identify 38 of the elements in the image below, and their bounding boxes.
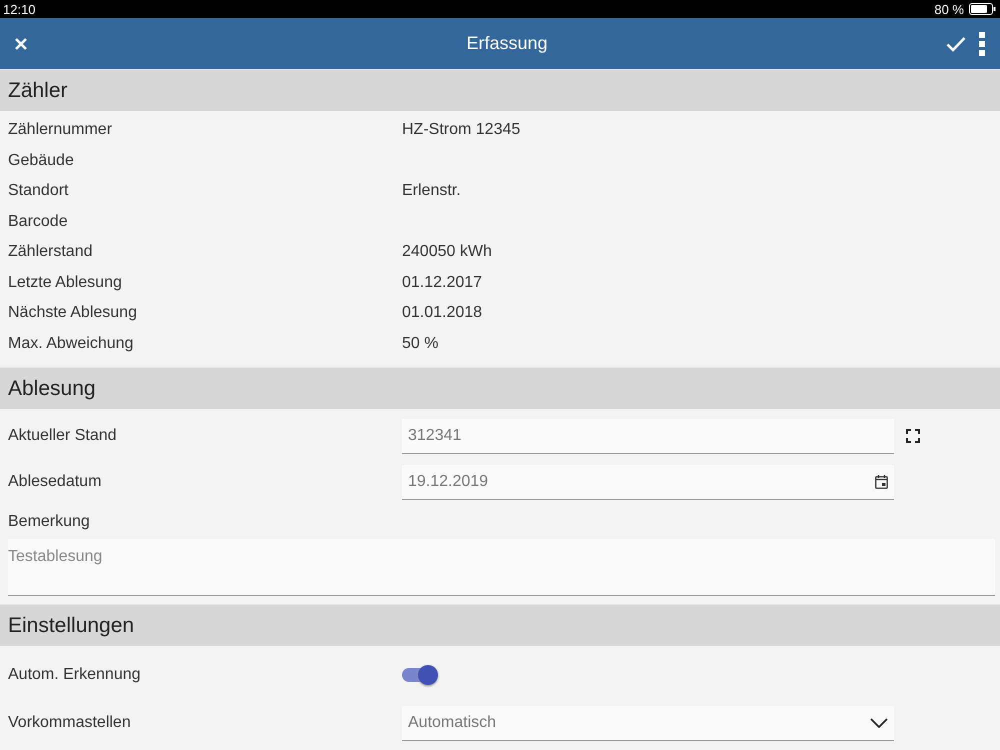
field-label: Vorkommastellen (8, 714, 132, 732)
field-label: Zählerstand (8, 243, 94, 262)
field-label: Bemerkung (8, 513, 91, 531)
field-label: Aktueller Stand (8, 427, 118, 445)
field-label: Autom. Erkennung (8, 666, 142, 684)
field-label: Letzte Ablesung (8, 274, 123, 292)
scan-frame-icon (906, 429, 920, 443)
scan-button[interactable] (906, 429, 920, 443)
section-header: Ablesung (0, 367, 1000, 409)
chevron-down-icon (870, 718, 888, 728)
battery-percent: 80 % (934, 2, 964, 16)
field-label: Nächste Ablesung (8, 304, 138, 322)
calendar-icon (875, 474, 888, 488)
field-label: Standort (8, 182, 70, 200)
battery-icon (969, 3, 996, 15)
field-value: 01.12.2017 (402, 274, 482, 292)
field-label: Gebäude (8, 152, 75, 170)
field-label: Ablesedatum (8, 473, 102, 491)
field-value: 240050 kWh (402, 243, 492, 262)
section-header: Zähler (0, 69, 1000, 111)
field-value: 01.01.2018 (402, 304, 482, 322)
field-value: 50 % (402, 334, 438, 353)
field-value: HZ-Strom 12345 (402, 121, 520, 140)
field-value: Erlenstr. (402, 182, 461, 200)
field-label: Barcode (8, 212, 69, 231)
input-field[interactable]: 312341 (402, 418, 894, 454)
field-label: Zählernummer (8, 121, 114, 140)
screen-title: Erfassung (465, 33, 549, 54)
section-header: Einstellungen (0, 604, 1000, 646)
date-field[interactable]: 19.12.2019 (402, 464, 894, 500)
status-time: 12:10 (3, 2, 36, 16)
checkmark-icon (946, 36, 966, 52)
dropdown-field[interactable]: Automatisch (402, 706, 894, 740)
toggle-switch[interactable] (402, 668, 436, 682)
more-vertical-icon (978, 32, 986, 56)
close-icon (14, 36, 28, 50)
field-label: Max. Abweichung (8, 334, 134, 353)
remark-field[interactable]: Testablesung (8, 539, 995, 596)
